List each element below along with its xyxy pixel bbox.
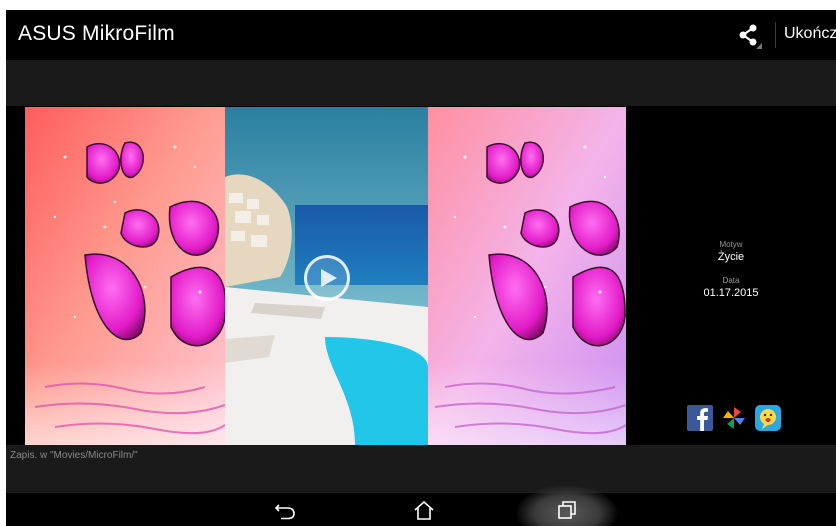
messenger-button[interactable] xyxy=(754,404,782,432)
theme-value: Życie xyxy=(717,251,745,263)
save-path-text: Zapis. w "Movies/MicroFilm/" xyxy=(10,450,138,461)
facebook-button[interactable] xyxy=(686,404,714,432)
play-icon xyxy=(321,269,337,287)
action-bar: ASUS MikroFilm Ukończ xyxy=(6,10,836,60)
date-label: Data xyxy=(722,276,740,285)
photos-button[interactable] xyxy=(720,404,748,432)
video-preview[interactable] xyxy=(25,107,626,445)
toolbar-strip xyxy=(6,60,836,106)
content-area: Motyw Życie Data 01.17.2015 xyxy=(6,106,836,445)
done-button[interactable]: Ukończ xyxy=(784,25,836,43)
home-icon xyxy=(414,500,434,520)
theme-label: Motyw xyxy=(719,240,743,249)
back-icon xyxy=(274,503,295,519)
movie-info-panel: Motyw Życie Data 01.17.2015 xyxy=(646,106,836,445)
facebook-icon xyxy=(687,405,713,431)
status-strip: Zapis. w "Movies/MicroFilm/" xyxy=(6,445,836,493)
home-button[interactable] xyxy=(399,493,449,526)
play-button[interactable] xyxy=(304,255,350,301)
share-icon xyxy=(739,24,762,49)
recents-button[interactable] xyxy=(542,493,592,526)
pinwheel-icon xyxy=(723,407,745,429)
app-title: ASUS MikroFilm xyxy=(18,22,175,45)
date-value: 01.17.2015 xyxy=(703,287,759,299)
action-divider xyxy=(775,22,776,48)
screen: ASUS MikroFilm Ukończ Motyw Życie Data 0… xyxy=(6,10,836,526)
navigation-bar xyxy=(6,485,836,526)
share-button[interactable] xyxy=(734,21,764,49)
chat-icon xyxy=(755,405,781,431)
back-button[interactable] xyxy=(260,493,310,526)
recents-icon xyxy=(558,500,576,519)
